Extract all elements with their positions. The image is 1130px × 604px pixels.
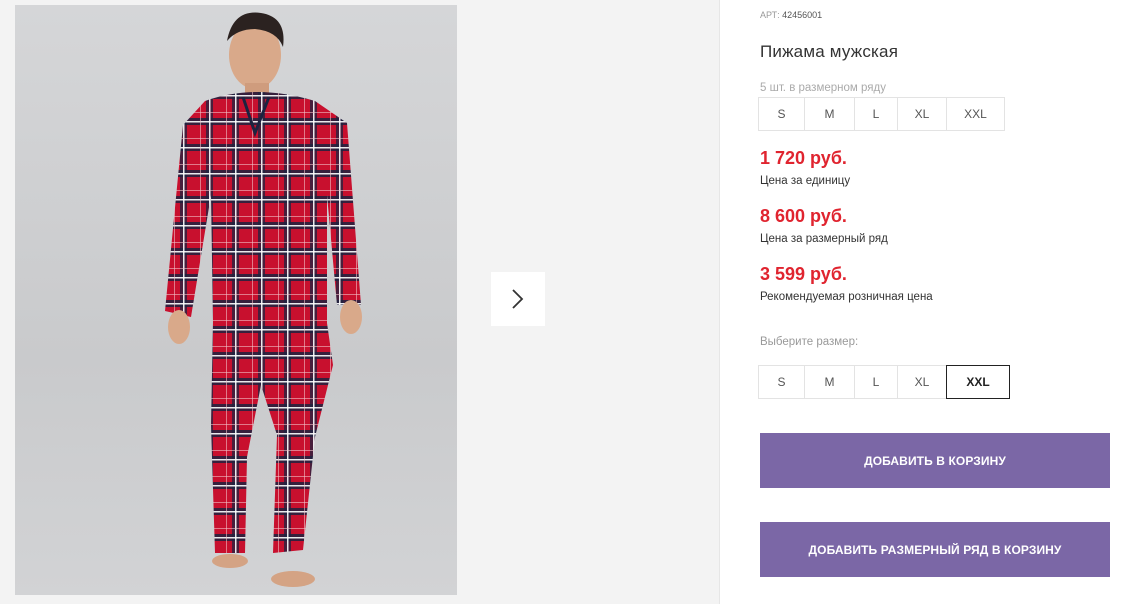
- size-option-s[interactable]: S: [758, 365, 805, 399]
- range-price-note: Цена за размерный ряд: [760, 233, 888, 245]
- next-image-button[interactable]: [491, 272, 545, 326]
- article-value: 42456001: [782, 10, 823, 20]
- retail-price-note: Рекомендуемая розничная цена: [760, 291, 933, 303]
- range-sizes: S M L XL XXL: [758, 97, 1005, 131]
- size-option-m[interactable]: M: [804, 365, 855, 399]
- size-option-xxl[interactable]: XXL: [946, 365, 1010, 399]
- unit-price-note: Цена за единицу: [760, 175, 851, 187]
- choose-size-label: Выберите размер:: [760, 336, 859, 348]
- pajama-model-illustration: [165, 12, 362, 587]
- product-gallery: [0, 0, 720, 604]
- range-size-xl: XL: [897, 97, 947, 131]
- gallery-divider: [719, 0, 720, 604]
- size-option-xl[interactable]: XL: [897, 365, 947, 399]
- article-label: АРТ:: [760, 10, 780, 20]
- unit-price: 1 720 руб.: [760, 148, 847, 168]
- product-photo[interactable]: [15, 5, 457, 595]
- range-size-xxl: XXL: [946, 97, 1005, 131]
- range-size-s: S: [758, 97, 805, 131]
- product-info: АРТ: 42456001 Пижама мужская 5 шт. в раз…: [758, 0, 1120, 604]
- range-size-m: M: [804, 97, 855, 131]
- size-selector: S M L XL XXL: [758, 365, 1010, 399]
- size-option-l[interactable]: L: [854, 365, 898, 399]
- range-size-l: L: [854, 97, 898, 131]
- add-to-cart-button[interactable]: Добавить в корзину: [760, 433, 1110, 488]
- product-title: Пижама мужская: [760, 42, 899, 61]
- range-quantity-label: 5 шт. в размерном ряду: [760, 82, 886, 94]
- retail-price: 3 599 руб.: [760, 264, 847, 284]
- article-number: АРТ: 42456001: [760, 10, 822, 20]
- add-range-to-cart-button[interactable]: Добавить размерный ряд в корзину: [760, 522, 1110, 577]
- range-price: 8 600 руб.: [760, 206, 847, 226]
- chevron-right-icon: [512, 289, 524, 309]
